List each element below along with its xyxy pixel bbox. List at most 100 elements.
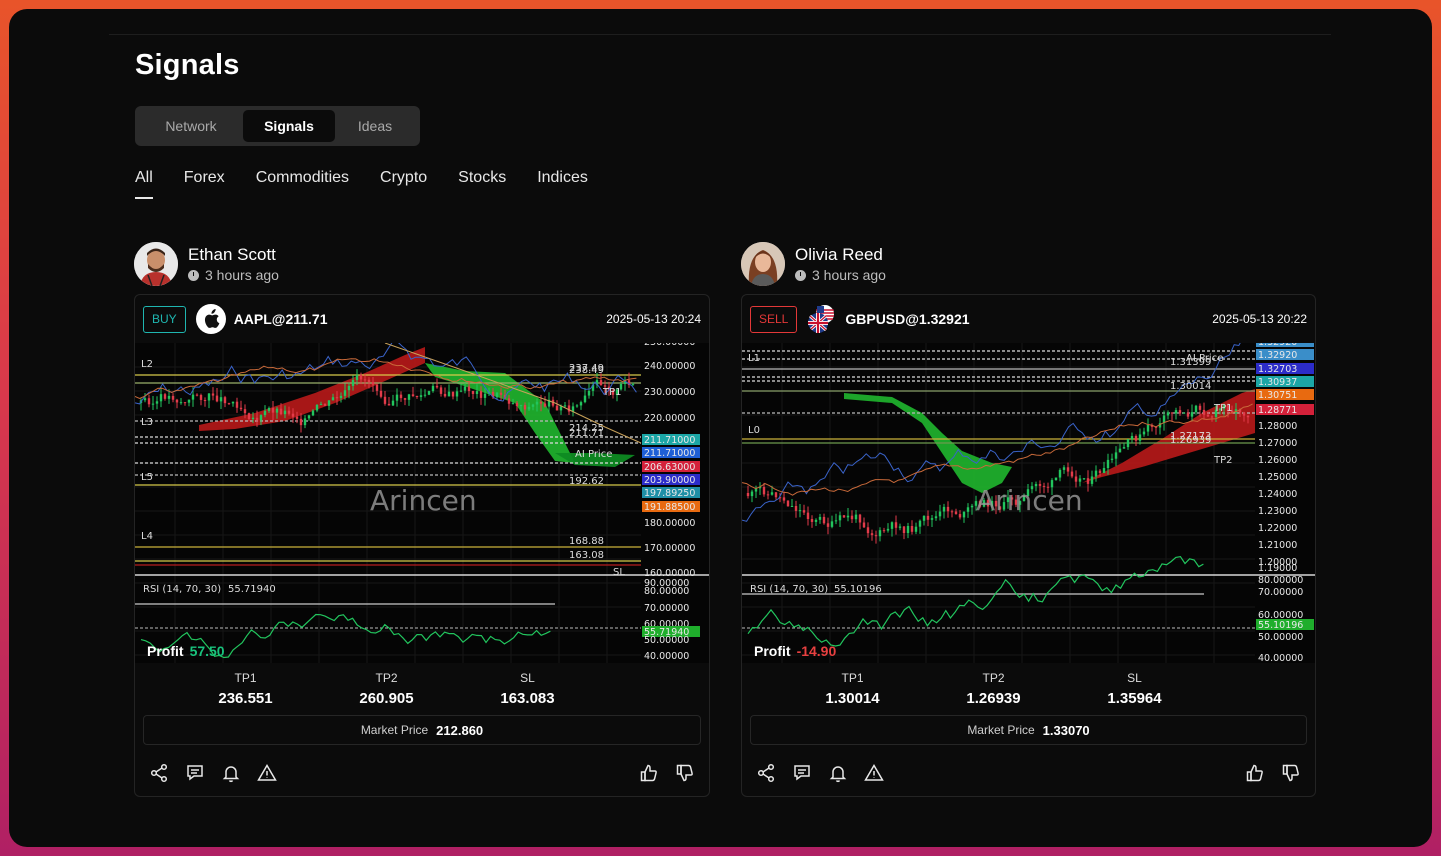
rsi-label: RSI (14, 70, 30)	[143, 584, 221, 595]
filter-all[interactable]: All	[135, 169, 153, 199]
filter-crypto[interactable]: Crypto	[380, 169, 427, 199]
sl-level: SL 163.083	[457, 671, 598, 707]
signal-card: SELL GBPUSD@1.32921 2025-05-13 20:22 Ari…	[741, 294, 1316, 797]
filter-stocks[interactable]: Stocks	[458, 169, 506, 199]
candle-body	[1170, 412, 1174, 414]
candle-body	[467, 386, 471, 392]
candle-body	[806, 512, 810, 520]
candle-body	[207, 393, 211, 401]
tp1-value: 1.30014	[825, 690, 880, 707]
target-levels: TP1 1.30014 TP2 1.26939 SL 1.35964	[742, 671, 1315, 707]
candle-body	[383, 396, 387, 404]
filter-forex[interactable]: Forex	[184, 169, 225, 199]
candle-body	[563, 405, 567, 407]
candle-body	[211, 393, 215, 396]
candle-body	[786, 500, 790, 507]
filter-commodities[interactable]: Commodities	[256, 169, 349, 199]
price-axis-label: 40.00000	[644, 651, 689, 662]
thumbs-down-icon[interactable]	[1279, 761, 1303, 785]
avatar[interactable]	[134, 242, 178, 286]
candle-body	[347, 385, 351, 391]
profit-value: -14.90	[796, 643, 837, 659]
price-axis-label: 50.00000	[1258, 632, 1303, 643]
candle-body	[1242, 412, 1246, 416]
candle-body	[1194, 405, 1198, 413]
bell-icon[interactable]	[826, 761, 850, 785]
profit-readout: Profit 57.50	[147, 643, 225, 659]
candle-body	[858, 514, 862, 523]
candle-body	[399, 394, 403, 399]
candle-body	[1110, 458, 1114, 460]
tab-network[interactable]: Network	[139, 110, 243, 142]
candle-body	[930, 518, 934, 520]
side-badge: SELL	[750, 305, 798, 333]
tab-ideas[interactable]: Ideas	[335, 110, 415, 142]
candle-body	[834, 520, 838, 522]
candle-body	[842, 515, 846, 518]
candle-body	[906, 526, 910, 534]
candle-body	[862, 522, 866, 528]
warning-icon[interactable]	[862, 761, 886, 785]
watermark: Arincen	[976, 484, 1083, 517]
level-label: TP1	[1213, 403, 1233, 414]
chart-image: ArincenL2L3L5L4TP1AI Price237.49238.4921…	[135, 343, 709, 663]
candle-body	[459, 390, 463, 392]
candle-body	[1190, 412, 1194, 417]
share-icon[interactable]	[754, 761, 778, 785]
candle-body	[455, 391, 459, 397]
level-label: AI Price	[575, 449, 612, 460]
candle-body	[599, 380, 603, 386]
author-name[interactable]: Olivia Reed	[795, 245, 886, 265]
price-axis-label: 1.23000	[1258, 506, 1297, 517]
candle-body	[423, 394, 427, 396]
bell-icon[interactable]	[219, 761, 243, 785]
avatar-image	[741, 242, 785, 286]
candle-body	[295, 416, 299, 419]
candle-body	[583, 395, 587, 403]
candle-body	[411, 394, 415, 396]
profit-label: Profit	[147, 643, 184, 659]
candle-body	[878, 530, 882, 537]
candle-body	[914, 526, 918, 532]
thumbs-up-icon[interactable]	[637, 761, 661, 785]
avatar[interactable]	[741, 242, 785, 286]
author-name[interactable]: Ethan Scott	[188, 245, 279, 265]
candle-body	[471, 391, 475, 394]
sl-label: SL	[520, 671, 535, 685]
warning-icon[interactable]	[255, 761, 279, 785]
comment-icon[interactable]	[183, 761, 207, 785]
candle-body	[1138, 434, 1142, 441]
candle-body	[1122, 447, 1126, 449]
symbol-label[interactable]: GBPUSD@1.32921	[845, 311, 969, 327]
candle-body	[1098, 470, 1102, 474]
candle-body	[255, 417, 259, 421]
candle-body	[830, 521, 834, 527]
signal-card: BUY AAPL@211.71 2025-05-13 20:24 Arincen…	[134, 294, 710, 797]
candle-body	[1082, 478, 1086, 480]
price-axis-label: 55.10196	[1258, 620, 1303, 631]
price-chart[interactable]: Arincen L2 L3 L5 L4 TP1 AI Price 237.49 238.49 21…	[135, 343, 709, 663]
candle-body	[335, 397, 339, 399]
rsi-value: 55.71940	[228, 584, 276, 595]
comment-icon[interactable]	[790, 761, 814, 785]
symbol-label[interactable]: AAPL@211.71	[234, 311, 328, 327]
candle-body	[1178, 410, 1182, 414]
tp2-label: TP2	[982, 671, 1005, 685]
candle-body	[926, 515, 930, 520]
profit-label: Profit	[754, 643, 791, 659]
tab-signals[interactable]: Signals	[243, 110, 335, 142]
thumbs-down-icon[interactable]	[673, 761, 697, 785]
candle-body	[351, 379, 355, 386]
thumbs-up-icon[interactable]	[1243, 761, 1267, 785]
candle-body	[155, 401, 159, 404]
price-chart[interactable]: Arincen L1 L0 AI Price TP1 TP2 1.31399 1.30014 1…	[742, 343, 1315, 663]
card-actions	[742, 760, 1315, 786]
profit-readout: Profit -14.90	[754, 643, 836, 659]
candle-body	[527, 406, 531, 410]
share-icon[interactable]	[147, 761, 171, 785]
candle-body	[1106, 459, 1110, 469]
filter-indices[interactable]: Indices	[537, 169, 588, 199]
candle-body	[451, 391, 455, 397]
candle-body	[746, 493, 750, 497]
candle-body	[886, 528, 890, 531]
